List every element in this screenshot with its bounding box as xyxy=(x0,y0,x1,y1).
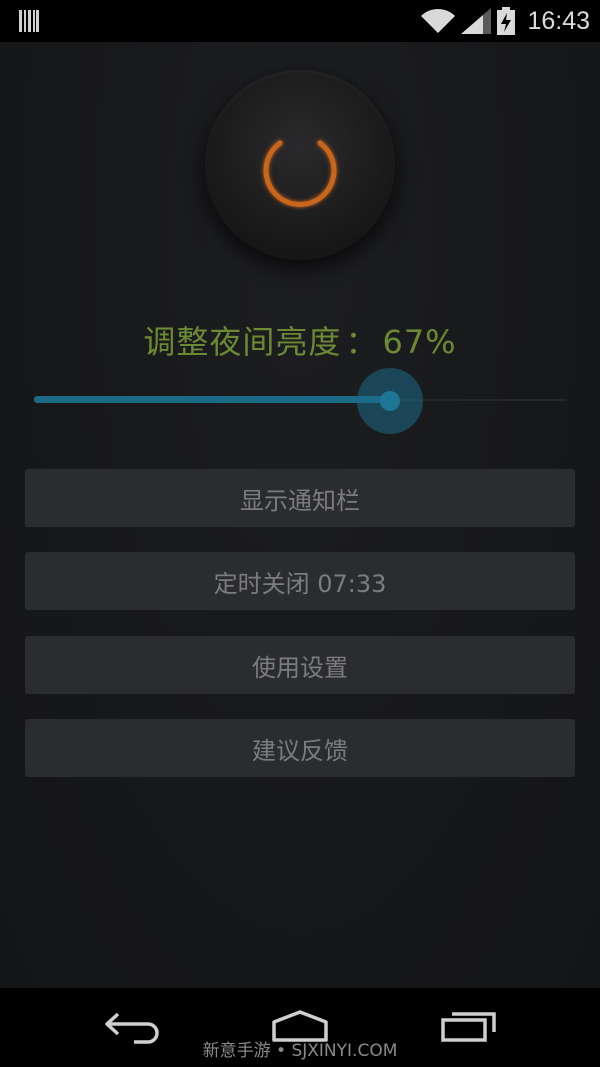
usage-settings-button[interactable]: 使用设置 xyxy=(25,636,575,694)
timer-close-button[interactable]: 定时关闭 07:33 xyxy=(25,552,575,610)
brightness-label: 调整夜间亮度： 67% xyxy=(0,317,600,363)
wifi-icon xyxy=(421,8,456,33)
brightness-label-text: 调整夜间亮度 xyxy=(143,323,342,361)
signal-icon xyxy=(461,8,492,34)
status-bar: 16:43 xyxy=(0,0,600,42)
status-time: 16:43 xyxy=(527,6,590,35)
feedback-button[interactable]: 建议反馈 xyxy=(25,719,575,777)
main-content: 调整夜间亮度： 67% 显示通知栏 定时关闭 07:33 使用设置 建议反馈 xyxy=(0,42,600,988)
navigation-bar xyxy=(0,988,600,1067)
slider-thumb-core xyxy=(380,391,400,411)
barcode-notification-icon xyxy=(19,10,39,32)
power-toggle-button[interactable] xyxy=(205,70,395,260)
power-icon xyxy=(263,124,337,207)
back-icon[interactable] xyxy=(104,1008,162,1044)
battery-charging-icon xyxy=(497,7,516,35)
brightness-value: 67% xyxy=(382,323,457,361)
status-icons: 16:43 xyxy=(421,0,590,42)
app-screen: 16:43 调整夜间亮度： 67% 显示通知栏 定时关闭 07:33 使用设置 … xyxy=(0,0,600,1067)
show-notification-button[interactable]: 显示通知栏 xyxy=(25,469,575,527)
brightness-label-separator: ： xyxy=(345,323,379,361)
slider-fill xyxy=(34,396,390,403)
recent-apps-icon[interactable] xyxy=(440,1008,498,1044)
brightness-slider[interactable] xyxy=(34,368,566,434)
home-icon[interactable] xyxy=(270,1008,330,1044)
slider-thumb[interactable] xyxy=(357,368,423,434)
